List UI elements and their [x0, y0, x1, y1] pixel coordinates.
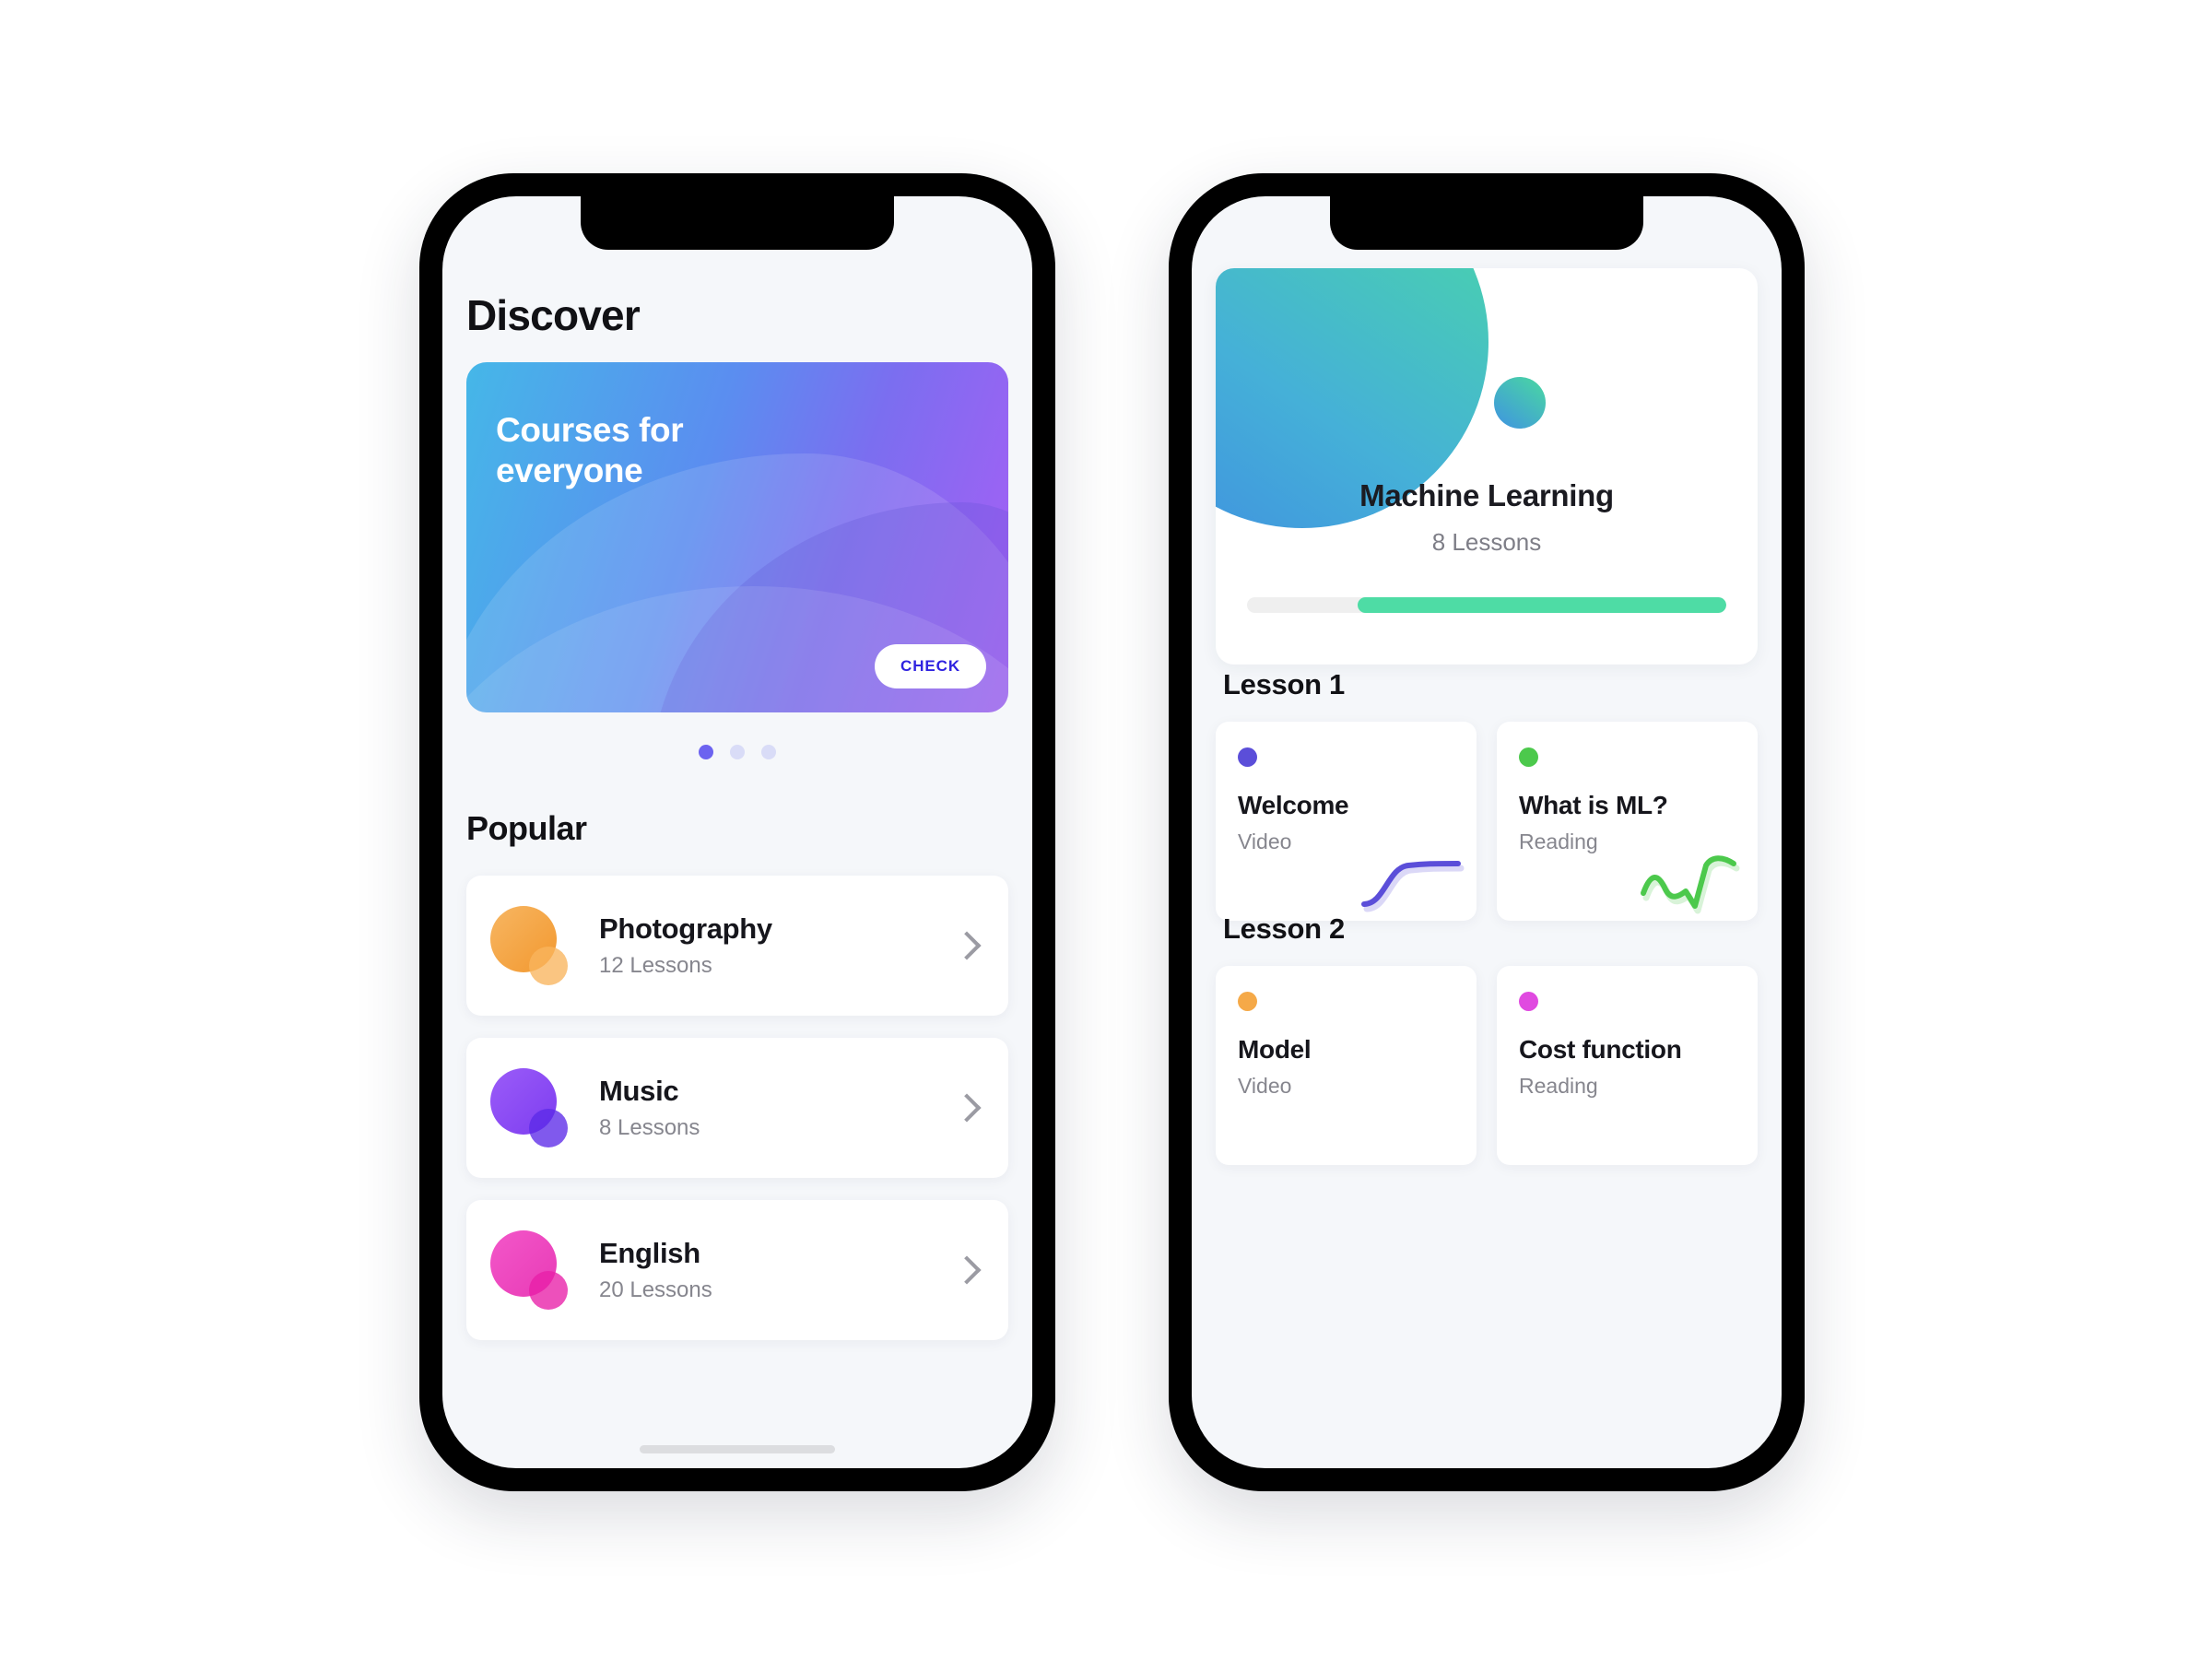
lesson-item-title: Welcome: [1238, 791, 1349, 819]
carousel-dot-3[interactable]: [761, 745, 776, 759]
phone-frame-discover: Discover Courses for everyone CHECK Popu: [419, 173, 1055, 1491]
course-lesson-count: 12 Lessons: [599, 953, 712, 978]
chevron-right-icon[interactable]: [952, 1093, 982, 1123]
section-title-popular: Popular: [466, 809, 587, 847]
zigzag-squiggle-icon: [1641, 855, 1740, 914]
screen-course-detail: Machine Learning 8 Lessons Lesson 1 Welc…: [1192, 196, 1782, 1468]
screen-discover: Discover Courses for everyone CHECK Popu: [442, 196, 1032, 1468]
home-indicator[interactable]: [640, 1445, 835, 1453]
popular-course-list: Photography 12 Lessons Music 8 Lessons E…: [466, 876, 1008, 1362]
s-curve-squiggle-icon: [1361, 861, 1465, 912]
list-item[interactable]: Photography 12 Lessons: [466, 876, 1008, 1016]
chevron-right-icon[interactable]: [952, 1255, 982, 1285]
course-name: Photography: [599, 912, 772, 945]
carousel-pagination[interactable]: [442, 745, 1032, 759]
course-lesson-count: 8 Lessons: [1431, 528, 1542, 556]
list-item-text: Music 8 Lessons: [599, 1075, 957, 1141]
list-item-text: English 20 Lessons: [599, 1237, 957, 1303]
phone-notch: [1330, 196, 1643, 250]
hero-headline: Courses for everyone: [496, 411, 684, 489]
status-dot-icon: [1238, 747, 1257, 767]
mockup-stage: Discover Courses for everyone CHECK Popu: [0, 0, 2212, 1659]
discover-content: Discover Courses for everyone CHECK Popu: [442, 196, 1032, 1468]
lesson-item-title: Cost function: [1519, 1035, 1682, 1064]
check-button[interactable]: CHECK: [875, 644, 986, 688]
phone-notch: [581, 196, 894, 250]
course-lesson-count: 8 Lessons: [599, 1115, 700, 1140]
lesson-heading: Lesson 2: [1223, 912, 1345, 945]
lesson-item-title: Model: [1238, 1035, 1312, 1064]
carousel-dot-1[interactable]: [699, 745, 713, 759]
course-name: English: [599, 1237, 700, 1269]
decorative-circle-shape: [1494, 377, 1546, 429]
status-dot-icon: [1238, 992, 1257, 1011]
lesson-tile[interactable]: Welcome Video: [1216, 722, 1477, 921]
avatar-circle-small: [529, 1109, 568, 1147]
avatar: [490, 906, 570, 985]
course-name: Music: [599, 1075, 679, 1107]
lesson-item-type: Video: [1238, 1074, 1292, 1098]
avatar: [490, 1230, 570, 1310]
progress-bar-fill: [1357, 597, 1726, 613]
page-title: Discover: [466, 291, 641, 339]
lesson-item-title: What is ML?: [1519, 791, 1668, 819]
status-dot-icon: [1519, 992, 1538, 1011]
status-dot-icon: [1519, 747, 1538, 767]
avatar: [490, 1068, 570, 1147]
lesson-1-tiles: Welcome Video What is ML? Reading: [1216, 722, 1758, 921]
avatar-circle-small: [529, 1271, 568, 1310]
avatar-circle-small: [529, 947, 568, 985]
course-header-card[interactable]: Machine Learning 8 Lessons: [1216, 268, 1758, 665]
lesson-tile[interactable]: What is ML? Reading: [1497, 722, 1758, 921]
list-item[interactable]: English 20 Lessons: [466, 1200, 1008, 1340]
list-item-text: Photography 12 Lessons: [599, 912, 957, 979]
chevron-right-icon[interactable]: [952, 931, 982, 960]
hero-banner-card[interactable]: Courses for everyone CHECK: [466, 362, 1008, 712]
list-item[interactable]: Music 8 Lessons: [466, 1038, 1008, 1178]
lesson-heading: Lesson 1: [1223, 668, 1345, 700]
lesson-tile[interactable]: Cost function Reading: [1497, 966, 1758, 1165]
progress-bar-track: [1247, 597, 1726, 613]
course-detail-content: Machine Learning 8 Lessons Lesson 1 Welc…: [1192, 196, 1782, 1468]
lesson-item-type: Reading: [1519, 1074, 1598, 1098]
phone-frame-course-detail: Machine Learning 8 Lessons Lesson 1 Welc…: [1169, 173, 1805, 1491]
carousel-dot-2[interactable]: [730, 745, 745, 759]
course-title: Machine Learning: [1359, 478, 1614, 512]
course-lesson-count: 20 Lessons: [599, 1277, 712, 1302]
lesson-2-tiles: Model Video Cost function Reading: [1216, 966, 1758, 1165]
lesson-tile[interactable]: Model Video: [1216, 966, 1477, 1165]
